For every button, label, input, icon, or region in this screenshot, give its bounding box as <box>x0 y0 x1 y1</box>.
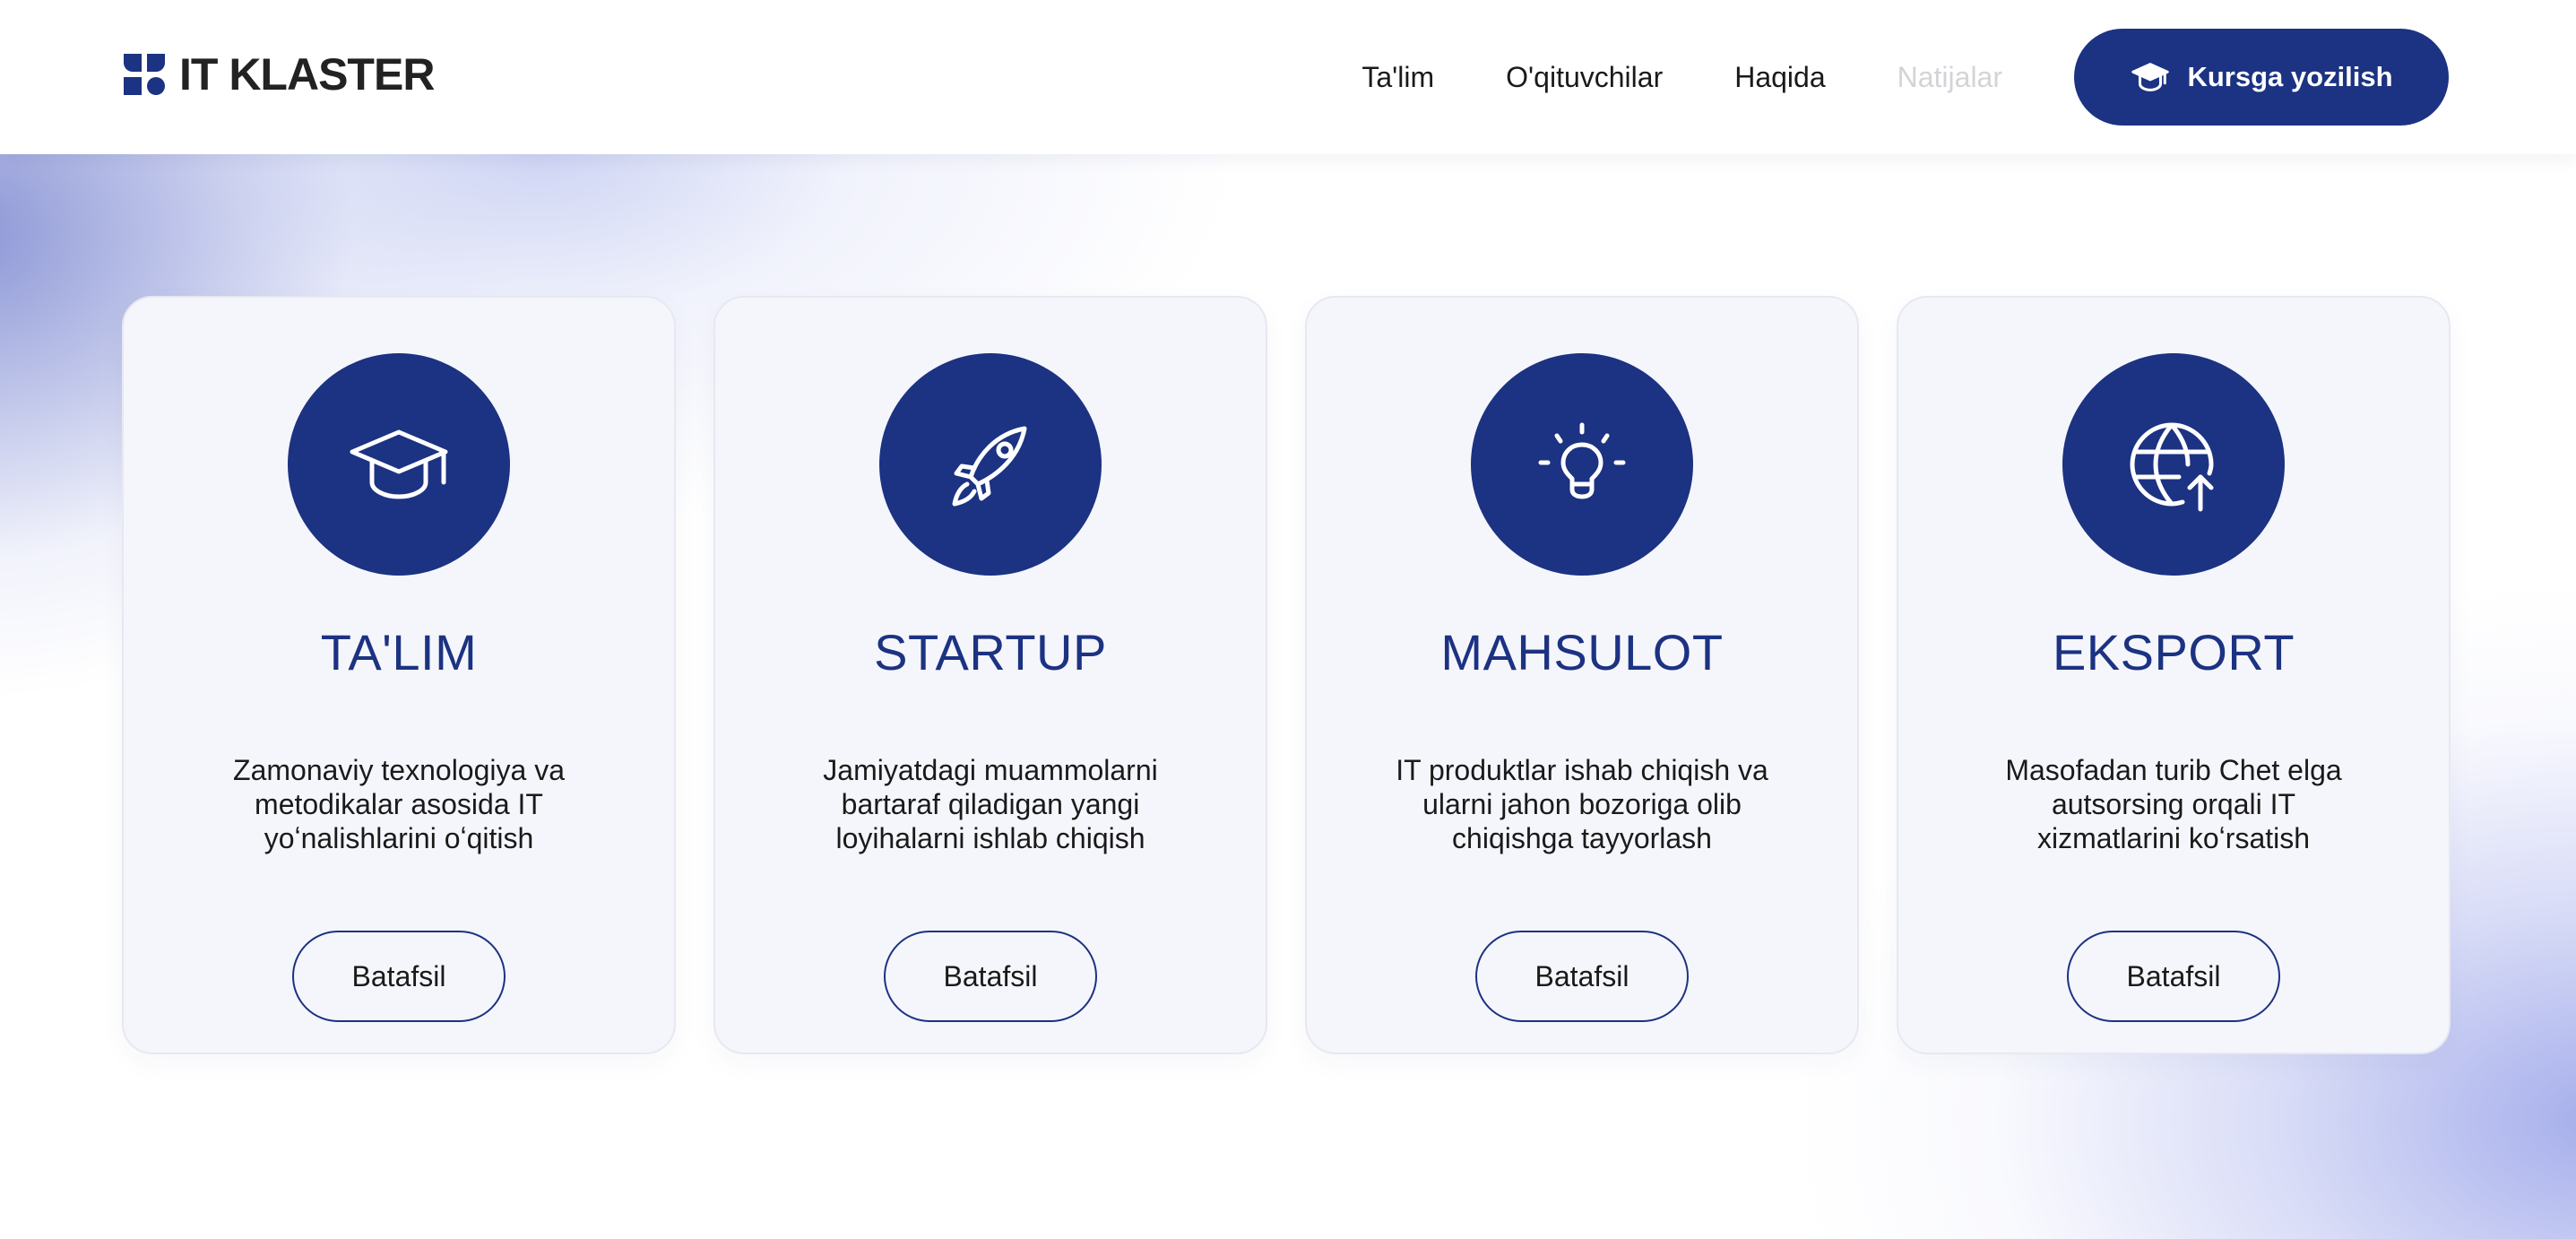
details-button[interactable]: Batafsil <box>1475 931 1689 1023</box>
card-talim: TA'LIM Zamonaviy texnologiya va metodika… <box>122 296 676 1054</box>
logo[interactable]: IT KLASTER <box>124 49 435 100</box>
card-description: Masofadan turib Chet elga autsorsing orq… <box>2005 754 2342 855</box>
enroll-button[interactable]: Kursga yozilish <box>2074 29 2449 126</box>
card-mahsulot: MAHSULOT IT produktlar ishab chiqish va … <box>1305 296 1859 1054</box>
feature-cards: TA'LIM Zamonaviy texnologiya va metodika… <box>122 296 2451 1054</box>
nav-link-haqida[interactable]: Haqida <box>1734 61 1825 94</box>
site-header: IT KLASTER Ta'lim O'qituvchilar Haqida N… <box>0 0 2576 154</box>
details-button[interactable]: Batafsil <box>292 931 506 1023</box>
logo-mark-icon <box>124 54 165 95</box>
card-description: Zamonaviy texnologiya va metodikalar aso… <box>233 754 565 855</box>
enroll-button-label: Kursga yozilish <box>2187 61 2393 92</box>
card-title: EKSPORT <box>2052 624 2295 680</box>
card-description: Jamiyatdagi muammolarni bartaraf qiladig… <box>823 754 1158 855</box>
details-button[interactable]: Batafsil <box>884 931 1097 1023</box>
card-title: STARTUP <box>874 624 1107 680</box>
nav-link-oqituvchilar[interactable]: O'qituvchilar <box>1506 61 1663 94</box>
card-description: IT produktlar ishab chiqish va ularni ja… <box>1396 754 1768 855</box>
globe-upload-icon <box>2130 422 2214 512</box>
card-startup: STARTUP Jamiyatdagi muammolarni bartaraf… <box>713 296 1267 1054</box>
graduation-cap-icon <box>2131 63 2170 91</box>
graduation-cap-icon <box>350 429 448 499</box>
nav-link-talim[interactable]: Ta'lim <box>1361 61 1434 94</box>
lightbulb-icon <box>1538 422 1626 499</box>
card-title: MAHSULOT <box>1440 624 1724 680</box>
card-icon-circle <box>1471 353 1693 576</box>
nav-link-natijalar[interactable]: Natijalar <box>1897 61 2002 94</box>
main-nav: Ta'lim O'qituvchilar Haqida Natijalar Ku… <box>1361 0 2576 154</box>
card-eksport: EKSPORT Masofadan turib Chet elga autsor… <box>1897 296 2451 1054</box>
logo-text: IT KLASTER <box>179 49 435 100</box>
card-icon-circle <box>288 353 510 576</box>
rocket-icon <box>952 426 1027 507</box>
card-title: TA'LIM <box>320 624 478 680</box>
details-button[interactable]: Batafsil <box>2067 931 2280 1023</box>
card-icon-circle <box>879 353 1102 576</box>
card-icon-circle <box>2062 353 2285 576</box>
